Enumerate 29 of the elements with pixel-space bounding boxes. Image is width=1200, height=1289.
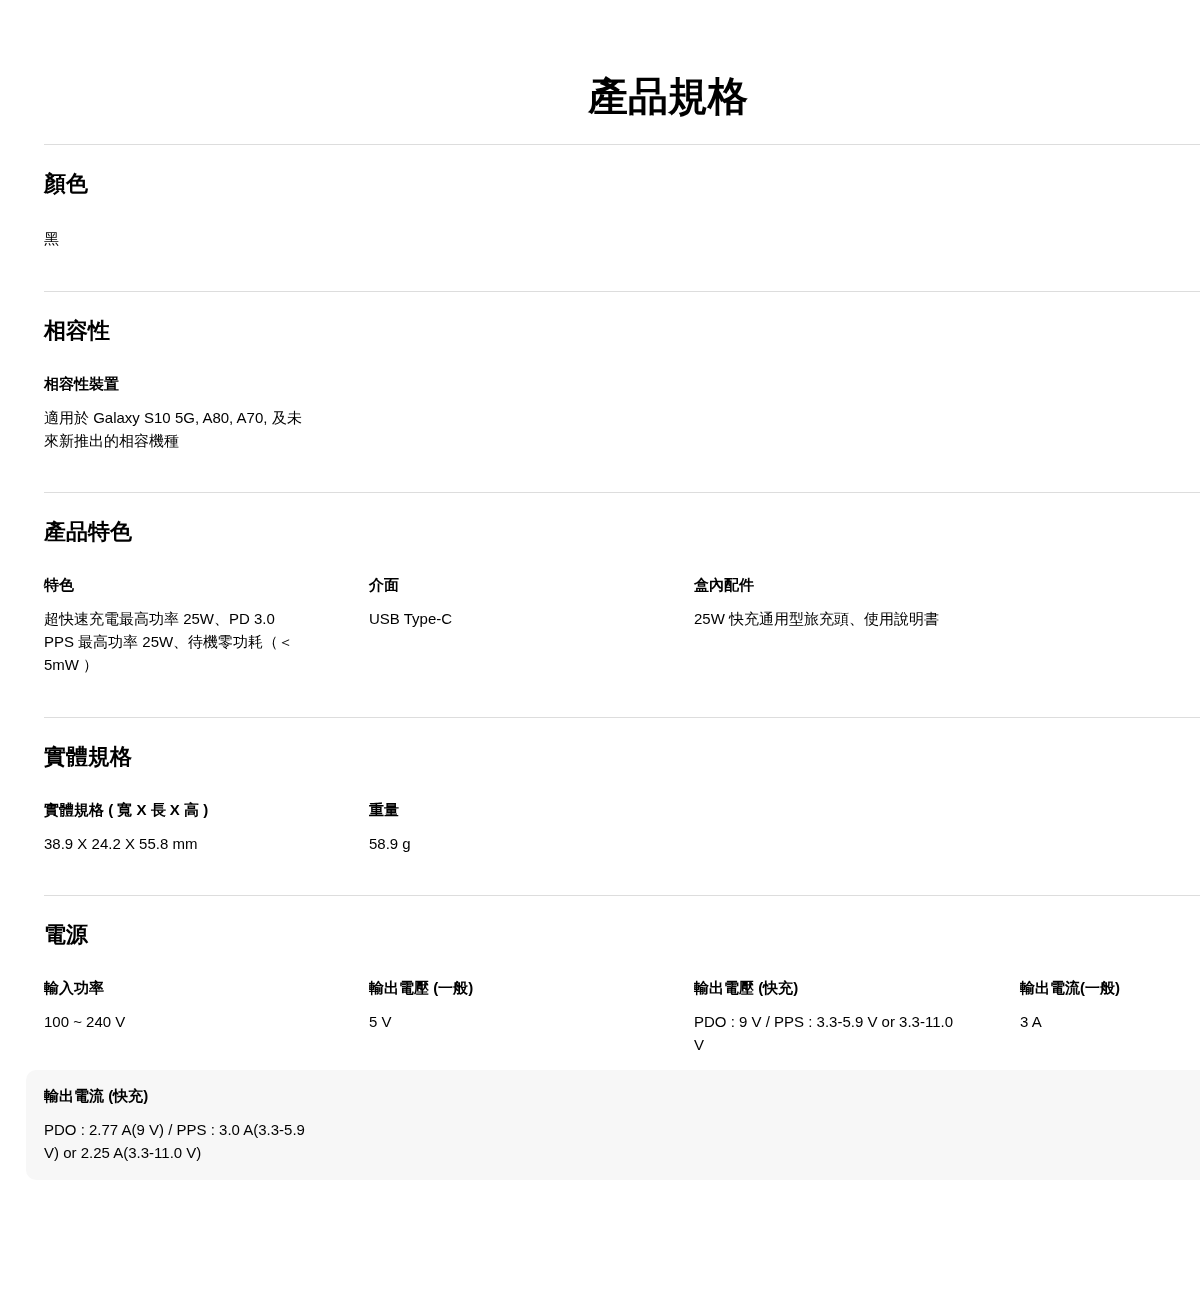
spec-value: PDO : 2.77 A(9 V) / PPS : 3.0 A(3.3-5.9 V) or 2.25 A(3.3-11.0 V)	[44, 1119, 306, 1163]
spec-label: 特色	[44, 575, 75, 595]
spec-label: 介面	[369, 575, 400, 595]
spec-value: PDO : 9 V / PPS : 3.3-5.9 V or 3.3-11.0 V	[694, 1011, 954, 1055]
spec-label: 輸出電流(一般)	[1020, 978, 1121, 998]
spec-value: 超快速充電最高功率 25W、PD 3.0 PPS 最高功率 25W、待機零功耗（＜5mW ）	[44, 608, 295, 676]
spec-value: 58.9 g	[369, 833, 412, 854]
spec-label: 相容性裝置	[44, 374, 120, 394]
spec-label: 輸出電流 (快充)	[44, 1086, 150, 1106]
spec-value: 5 V	[369, 1011, 393, 1032]
spec-value: 黑	[44, 229, 60, 250]
spec-value: 適用於 Galaxy S10 5G, A80, A70, 及未來新推出的相容機種	[44, 407, 303, 451]
spec-value: 38.9 X 24.2 X 55.8 mm	[44, 833, 199, 854]
section-heading: 相容性	[44, 317, 111, 345]
spec-value: USB Type-C	[369, 608, 454, 629]
section-heading: 電源	[44, 921, 89, 949]
section-heading: 實體規格	[44, 743, 133, 771]
page-title: 產品規格	[587, 73, 749, 120]
spec-label: 輸入功率	[44, 978, 105, 998]
spec-label: 盒內配件	[694, 575, 755, 595]
spec-label: 實體規格 ( 寬 X 長 X 高 )	[44, 800, 210, 820]
section-heading: 產品特色	[44, 519, 133, 546]
section-heading: 顏色	[44, 171, 89, 198]
spec-label: 輸出電壓 (一般)	[369, 978, 475, 998]
spec-value: 25W 快充通用型旅充頭、使用說明書	[694, 608, 940, 629]
spec-label: 重量	[369, 800, 400, 820]
spec-value: 3 A	[1020, 1011, 1043, 1032]
spec-label: 輸出電壓 (快充)	[694, 978, 800, 998]
spec-value: 100 ~ 240 V	[44, 1011, 127, 1032]
